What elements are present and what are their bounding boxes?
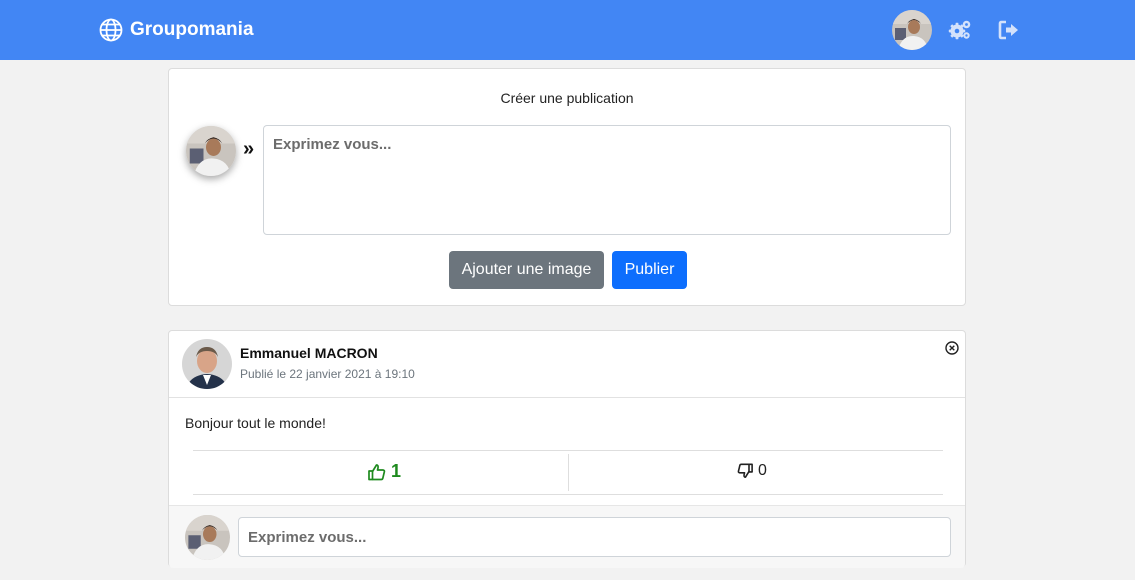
brand-name: Groupomania: [130, 19, 254, 40]
delete-post-icon[interactable]: [945, 341, 959, 355]
navbar: Groupomania: [0, 0, 1135, 60]
post-textarea[interactable]: [263, 125, 951, 235]
reaction-bar: 1 0: [193, 450, 943, 495]
comment-zone: [169, 505, 965, 568]
like-button[interactable]: 1: [368, 461, 401, 482]
user-avatar[interactable]: [892, 10, 932, 50]
publish-button[interactable]: Publier: [612, 251, 687, 289]
create-post-card: Créer une publication » Ajouter une imag…: [168, 68, 966, 306]
create-post-title: Créer une publication: [500, 90, 634, 106]
dislike-count: 0: [758, 462, 767, 479]
gears-icon[interactable]: [948, 18, 972, 42]
post-card: Emmanuel MACRON Publié le 22 janvier 202…: [168, 330, 966, 568]
composer-avatar: [186, 126, 236, 176]
post-date: Publié le 22 janvier 2021 à 19:10: [240, 367, 415, 381]
sign-out-icon[interactable]: [997, 18, 1021, 42]
dislike-button[interactable]: 0: [737, 462, 767, 480]
author-avatar: [182, 339, 232, 389]
globe-icon: [99, 18, 123, 42]
composer-arrow: »: [243, 138, 255, 160]
reaction-separator: [568, 454, 569, 491]
add-image-button[interactable]: Ajouter une image: [449, 251, 604, 289]
comment-input[interactable]: [238, 517, 951, 557]
comment-avatar: [185, 515, 230, 560]
brand-link[interactable]: Groupomania: [99, 16, 254, 44]
post-header-divider: [169, 397, 965, 398]
like-count: 1: [391, 461, 402, 481]
post-author: Emmanuel MACRON: [240, 345, 378, 361]
thumbs-down-icon: [737, 463, 753, 479]
thumbs-up-icon: [368, 463, 386, 480]
post-content: Bonjour tout le monde!: [185, 415, 326, 431]
